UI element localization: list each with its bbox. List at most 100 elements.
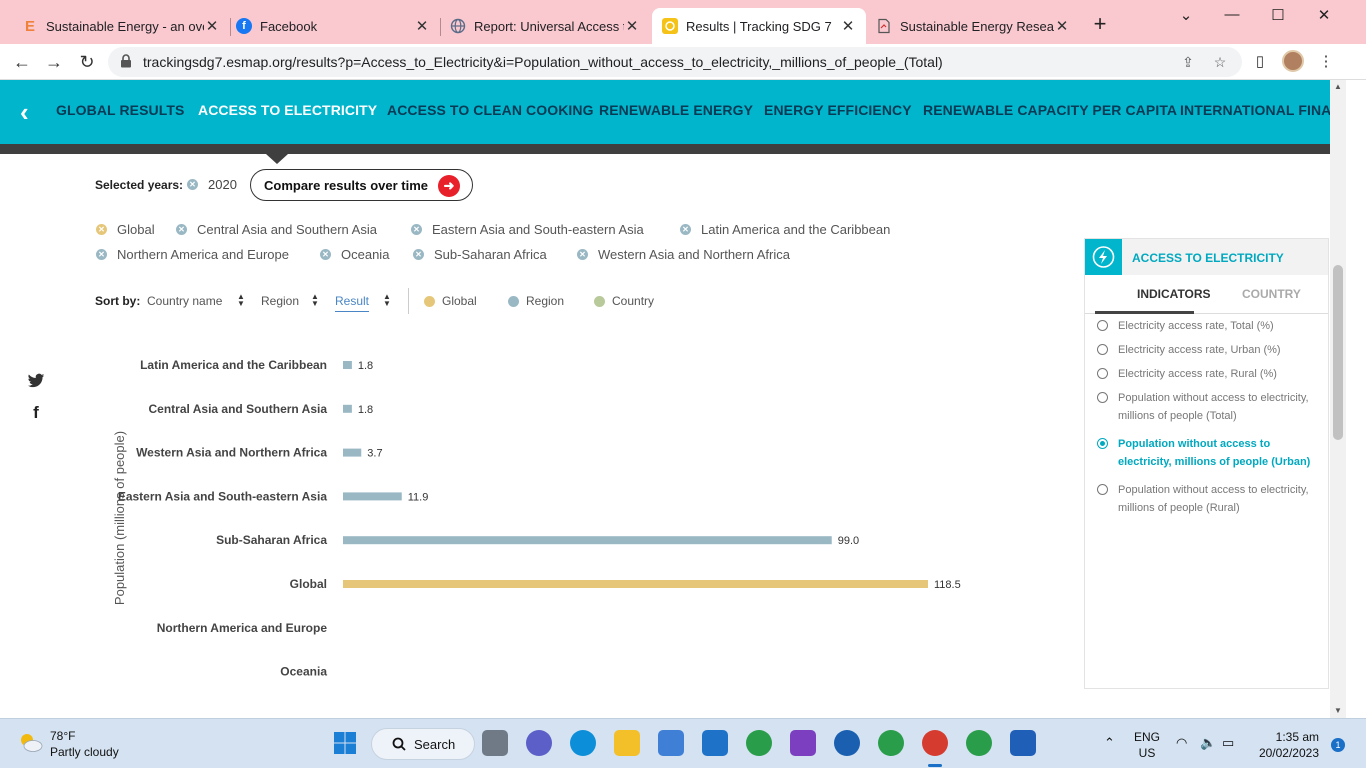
indicator-option-selected[interactable]: Population without access to electricity…: [1097, 435, 1322, 471]
weather-desc[interactable]: Partly cloudy: [50, 745, 119, 759]
profile-avatar[interactable]: [1282, 50, 1304, 72]
nav-access-to-clean-cooking[interactable]: ACCESS TO CLEAN COOKING: [387, 102, 594, 118]
teams-chat-icon[interactable]: [526, 730, 552, 756]
remove-x-icon[interactable]: ✕: [96, 224, 107, 235]
word-icon[interactable]: [1010, 730, 1036, 756]
region-chip-global[interactable]: ✕ Global: [96, 222, 155, 237]
url-text[interactable]: trackingsdg7.esmap.org/results?p=Access_…: [143, 54, 943, 70]
volume-icon[interactable]: 🔈: [1200, 735, 1216, 751]
indicator-option[interactable]: Electricity access rate, Total (%): [1097, 317, 1322, 335]
region-chip-latin-america[interactable]: ✕ Latin America and the Caribbean: [680, 222, 890, 237]
chevron-up-icon[interactable]: ⌃: [1104, 735, 1115, 751]
close-icon[interactable]: ✕: [840, 17, 856, 35]
taskbar-search[interactable]: Search: [371, 728, 475, 760]
tab-report[interactable]: Report: Universal Access to S ✕: [440, 8, 650, 44]
sort-arrows-icon[interactable]: ▲ ▼: [383, 293, 391, 308]
region-chip-eastern-asia[interactable]: ✕ Eastern Asia and South-eastern Asia: [411, 222, 644, 237]
close-window-button[interactable]: ✕: [1304, 6, 1344, 26]
weather-temp[interactable]: 78°F: [50, 729, 75, 743]
task-view-icon[interactable]: [482, 730, 508, 756]
new-tab-button[interactable]: +: [1088, 12, 1112, 36]
bookmark-star-icon[interactable]: ☆: [1212, 54, 1228, 70]
language-indicator[interactable]: ENG US: [1134, 729, 1160, 761]
radio-button[interactable]: [1097, 484, 1108, 495]
sort-result[interactable]: Result: [335, 294, 370, 312]
nav-access-to-electricity[interactable]: ACCESS TO ELECTRICITY: [198, 102, 377, 118]
nav-energy-efficiency[interactable]: ENERGY EFFICIENCY: [764, 102, 912, 118]
nav-renewable-capacity[interactable]: RENEWABLE CAPACITY PER CAPITA: [923, 102, 1177, 118]
scroll-thumb[interactable]: [1333, 265, 1343, 440]
remove-x-icon[interactable]: ✕: [577, 249, 588, 260]
chrome-profile-icon[interactable]: [878, 730, 904, 756]
remove-x-icon[interactable]: ✕: [187, 179, 198, 190]
maximize-button[interactable]: ☐: [1258, 6, 1298, 26]
region-chip-northern-america[interactable]: ✕ Northern America and Europe: [96, 247, 289, 262]
chrome-icon[interactable]: [746, 730, 772, 756]
radio-button[interactable]: [1097, 344, 1108, 355]
remove-x-icon[interactable]: ✕: [413, 249, 424, 260]
radio-button[interactable]: [1097, 392, 1108, 403]
close-icon[interactable]: ✕: [204, 17, 220, 35]
page-scrollbar[interactable]: ▲ ▼: [1330, 80, 1346, 718]
tab-country[interactable]: COUNTRY: [1242, 287, 1301, 301]
nav-international-finance[interactable]: INTERNATIONAL FINANC: [1180, 102, 1330, 118]
remove-x-icon[interactable]: ✕: [680, 224, 691, 235]
sort-country-name[interactable]: Country name: [147, 294, 222, 308]
reload-icon[interactable]: ↻: [75, 50, 99, 74]
sort-arrows-icon[interactable]: ▲ ▼: [311, 293, 319, 308]
sort-region[interactable]: Region: [261, 294, 299, 308]
wifi-icon[interactable]: ◠: [1176, 735, 1187, 751]
close-icon[interactable]: ✕: [414, 17, 430, 35]
tab-results-active[interactable]: Results | Tracking SDG 7 ✕: [652, 8, 866, 44]
close-icon[interactable]: ✕: [1054, 17, 1070, 35]
region-chip-central-asia[interactable]: ✕ Central Asia and Southern Asia: [176, 222, 377, 237]
tab-indicators[interactable]: INDICATORS: [1137, 287, 1211, 301]
scroll-down-icon[interactable]: ▼: [1333, 706, 1343, 715]
indicator-option[interactable]: Electricity access rate, Urban (%): [1097, 341, 1322, 359]
app-icon[interactable]: [834, 730, 860, 756]
address-bar[interactable]: trackingsdg7.esmap.org/results?p=Access_…: [108, 47, 1242, 77]
indicator-option[interactable]: Electricity access rate, Rural (%): [1097, 365, 1322, 383]
compare-results-button[interactable]: Compare results over time ➜: [250, 169, 473, 201]
edge-icon[interactable]: [570, 730, 596, 756]
clock[interactable]: 1:35 am 20/02/2023: [1253, 729, 1319, 761]
remove-x-icon[interactable]: ✕: [96, 249, 107, 260]
microsoft-store-icon[interactable]: [658, 730, 684, 756]
region-chip-western-asia[interactable]: ✕ Western Asia and Northern Africa: [577, 247, 790, 262]
chrome-active-icon[interactable]: [922, 730, 948, 756]
region-chip-oceania[interactable]: ✕ Oceania: [320, 247, 389, 262]
tab-search-icon[interactable]: ⌄: [1166, 6, 1206, 26]
nav-back-chevron-icon[interactable]: ‹: [20, 98, 40, 126]
indicator-option[interactable]: Population without access to electricity…: [1097, 389, 1322, 425]
side-panel-icon[interactable]: ▯: [1250, 52, 1270, 72]
menu-kebab-icon[interactable]: ⋮: [1316, 52, 1336, 72]
remove-x-icon[interactable]: ✕: [320, 249, 331, 260]
region-chip-sub-saharan[interactable]: ✕ Sub-Saharan Africa: [413, 247, 547, 262]
radio-button[interactable]: [1097, 368, 1108, 379]
back-icon[interactable]: ←: [10, 50, 34, 74]
tab-research[interactable]: Sustainable Energy Research ✕: [866, 8, 1080, 44]
chrome-icon-2[interactable]: [966, 730, 992, 756]
remove-x-icon[interactable]: ✕: [411, 224, 422, 235]
battery-icon[interactable]: ▭: [1222, 735, 1234, 751]
remove-x-icon[interactable]: ✕: [176, 224, 187, 235]
radio-button-selected[interactable]: [1097, 438, 1108, 449]
scroll-up-icon[interactable]: ▲: [1333, 82, 1343, 91]
year-chip[interactable]: ✕ 2020: [187, 177, 237, 192]
share-icon[interactable]: ⇪: [1180, 54, 1196, 70]
start-windows-icon[interactable]: [332, 730, 358, 756]
file-explorer-icon[interactable]: [614, 730, 640, 756]
indicator-option[interactable]: Population without access to electricity…: [1097, 481, 1322, 517]
nav-global-results[interactable]: GLOBAL RESULTS: [56, 102, 184, 118]
tab-facebook[interactable]: f Facebook ✕: [226, 8, 440, 44]
mail-icon[interactable]: [702, 730, 728, 756]
radio-button[interactable]: [1097, 320, 1108, 331]
visual-studio-icon[interactable]: [790, 730, 816, 756]
minimize-button[interactable]: —: [1212, 6, 1252, 26]
tab-sustainable-energy[interactable]: E Sustainable Energy - an over ✕: [12, 8, 230, 44]
close-icon[interactable]: ✕: [624, 17, 640, 35]
nav-renewable-energy[interactable]: RENEWABLE ENERGY: [599, 102, 753, 118]
sort-arrows-icon[interactable]: ▲ ▼: [237, 293, 245, 308]
forward-icon[interactable]: →: [42, 50, 66, 74]
notification-badge[interactable]: 1: [1331, 738, 1345, 752]
